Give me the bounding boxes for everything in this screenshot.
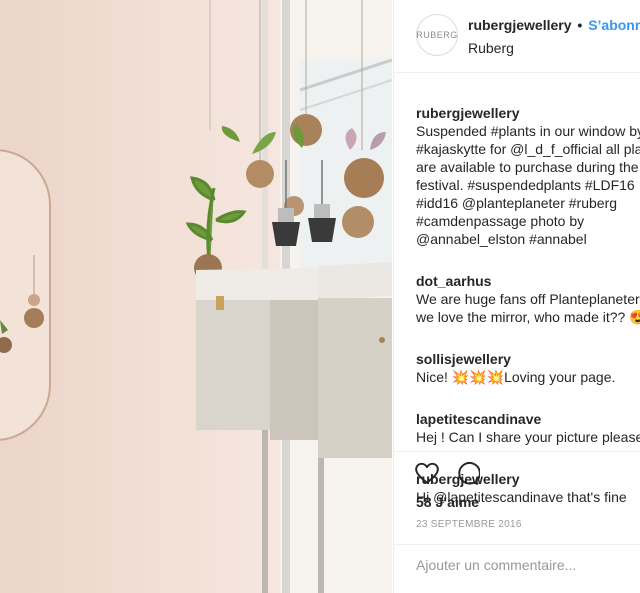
photo-illustration <box>0 0 392 593</box>
comment-bubble-icon[interactable] <box>454 460 480 486</box>
header-user-line: rubergjewellery • S’abonner <box>468 17 640 33</box>
comment-text: Suspended #plants in our window by #kaja… <box>416 123 640 247</box>
add-comment-input[interactable]: Ajouter un commentaire... <box>416 557 576 573</box>
comment-text: Hej ! Can I share your picture please ? <box>416 429 640 445</box>
comment-username[interactable]: sollisjewellery <box>416 351 511 367</box>
comment-username[interactable]: rubergjewellery <box>416 105 520 121</box>
comment-item: dot_aarhus We are huge fans off Plantepl… <box>416 254 640 326</box>
post-date[interactable]: 23 SEPTEMBRE 2016 <box>416 519 522 530</box>
comment-username[interactable]: lapetitescandinave <box>416 411 541 427</box>
separator-dot: • <box>577 17 583 33</box>
comment-item: lapetitescandinave Hej ! Can I share you… <box>416 392 640 446</box>
comment-text: Nice! 💥💥💥Loving your page. <box>416 369 616 385</box>
location-link[interactable]: Ruberg <box>468 40 514 56</box>
divider <box>394 544 640 545</box>
follow-button[interactable]: S’abonner <box>588 17 640 33</box>
post-header: RUBERG rubergjewellery • S’abonner Ruber… <box>394 0 640 73</box>
heart-icon[interactable] <box>414 460 440 486</box>
comment-username[interactable]: dot_aarhus <box>416 273 491 289</box>
comment-text: We are huge fans off Planteplaneter.. An… <box>416 291 640 325</box>
author-username[interactable]: rubergjewellery <box>468 17 572 33</box>
divider <box>394 451 640 452</box>
post-side-panel: RUBERG rubergjewellery • S’abonner Ruber… <box>393 0 640 593</box>
avatar[interactable]: RUBERG <box>416 14 458 56</box>
post-photo[interactable] <box>0 0 392 593</box>
comments-list: rubergjewellery Suspended #plants in our… <box>416 86 640 512</box>
likes-count[interactable]: 58 J’aime <box>416 494 479 510</box>
avatar-logo-text: RUBERG <box>416 30 458 40</box>
comment-item: sollisjewellery Nice! 💥💥💥Loving your pag… <box>416 332 640 386</box>
caption-comment: rubergjewellery Suspended #plants in our… <box>416 86 640 248</box>
